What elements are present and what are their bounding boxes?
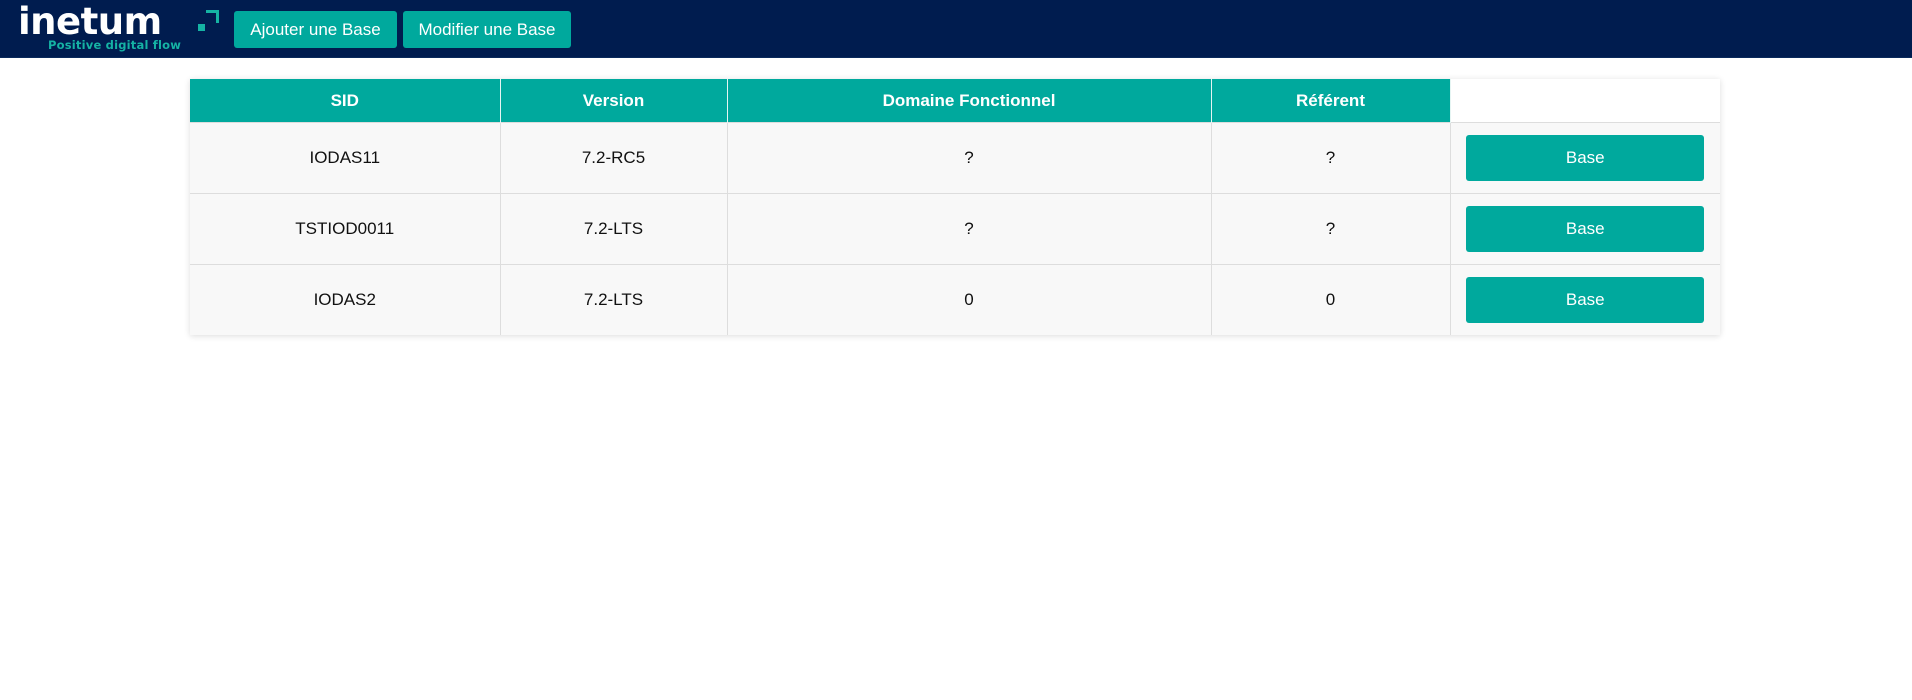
table-row: TSTIOD0011 7.2-LTS ? ? Base [190,193,1720,265]
table-row: IODAS11 7.2-RC5 ? ? Base [190,122,1720,194]
base-button[interactable]: Base [1466,277,1705,323]
base-button[interactable]: Base [1466,206,1705,252]
inetum-logo[interactable]: inetum Positive digital flow [18,0,219,54]
databases-table-container: SID Version Domaine Fonctionnel Référent… [190,79,1720,335]
base-button[interactable]: Base [1466,135,1705,181]
cell-referent: ? [1211,122,1451,194]
edit-database-button[interactable]: Modifier une Base [403,11,571,48]
column-header-actions [1450,79,1720,123]
top-navbar: inetum Positive digital flow Ajouter une… [0,0,1912,58]
column-header-domaine: Domaine Fonctionnel [727,79,1212,123]
logo-mark-icon [198,10,219,31]
column-header-referent: Référent [1211,79,1451,123]
cell-action: Base [1450,122,1720,194]
cell-action: Base [1450,193,1720,265]
cell-version: 7.2-RC5 [500,122,728,194]
databases-table: SID Version Domaine Fonctionnel Référent… [190,79,1720,335]
cell-version: 7.2-LTS [500,264,728,335]
add-database-button[interactable]: Ajouter une Base [234,11,397,48]
logo-tagline: Positive digital flow [48,38,182,52]
column-header-sid: SID [190,79,501,123]
cell-domaine: ? [727,122,1212,194]
table-row: IODAS2 7.2-LTS 0 0 Base [190,264,1720,335]
cell-sid: TSTIOD0011 [190,193,501,265]
cell-domaine: 0 [727,264,1212,335]
cell-version: 7.2-LTS [500,193,728,265]
cell-referent: 0 [1211,264,1451,335]
column-header-version: Version [500,79,728,123]
cell-referent: ? [1211,193,1451,265]
cell-sid: IODAS2 [190,264,501,335]
cell-action: Base [1450,264,1720,335]
table-header-row: SID Version Domaine Fonctionnel Référent [190,79,1720,123]
cell-sid: IODAS11 [190,122,501,194]
logo-wordmark: inetum [18,0,162,43]
cell-domaine: ? [727,193,1212,265]
